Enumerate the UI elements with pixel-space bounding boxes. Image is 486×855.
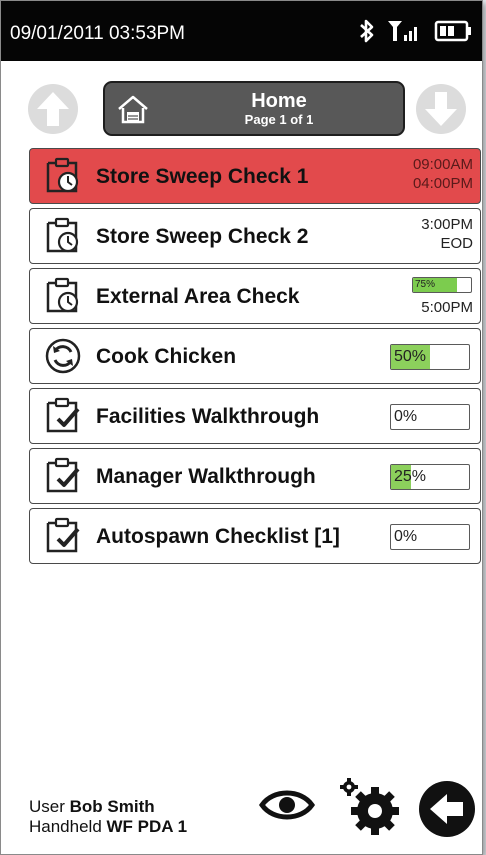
task-label: Store Sweep Check 2 [96,225,309,248]
task-progress-text: 0% [394,408,418,425]
device-screen: 09/01/2011 03:53PM Home Page 1 of 1 Stor… [0,0,483,855]
clipboard-check-icon [46,457,80,493]
task-progress-text: 75% [415,279,436,290]
task-start-time: 09:00AM [412,156,473,173]
task-progress-text: 50% [394,348,427,365]
task-label: Facilities Walkthrough [96,405,320,428]
clipboard-clock-icon [46,277,79,313]
page-up-button[interactable] [27,83,79,135]
task-row-manager-walkthrough[interactable]: Manager Walkthrough 25% [29,448,481,504]
task-end-time: 5:00PM [421,299,473,316]
user-label: User [29,797,65,816]
user-info: User Bob Smith Handheld WF PDA 1 [29,797,187,837]
task-progress-bar: 0% [390,524,470,550]
view-eye-button[interactable] [259,783,315,827]
task-label: Cook Chicken [96,345,237,368]
device-label: Handheld [29,817,102,836]
task-progress-text: 25% [394,468,427,485]
clipboard-clock-icon [46,157,79,193]
clipboard-check-icon [46,397,80,433]
task-end-time: 04:00PM [412,175,473,192]
task-progress-bar: 0% [390,404,470,430]
home-button[interactable]: Home Page 1 of 1 [103,81,405,136]
bluetooth-icon [360,19,374,43]
task-progress-bar: 25% [390,464,470,490]
status-bar: 09/01/2011 03:53PM [1,1,482,61]
task-label: Autospawn Checklist [1] [96,525,340,548]
task-label: Store Sweep Check 1 [96,165,309,188]
task-label: Manager Walkthrough [96,465,316,488]
home-title: Home [251,90,307,112]
task-progress-bar: 75% [412,277,472,293]
task-row-autospawn-checklist[interactable]: Autospawn Checklist [1] 0% [29,508,481,564]
task-end-time: EOD [440,235,473,252]
user-name: Bob Smith [69,797,155,816]
task-progress-text: 0% [394,528,418,545]
clipboard-check-icon [46,517,80,553]
task-start-time: 3:00PM [421,216,473,233]
page-down-button[interactable] [415,83,467,135]
house-icon [118,95,148,124]
task-row-store-sweep-check-1[interactable]: Store Sweep Check 1 09:00AM 04:00PM [29,148,481,204]
clipboard-clock-icon [46,217,79,253]
task-label: External Area Check [96,285,300,308]
recurring-arrows-icon [45,338,81,374]
signal-strength-icon [388,21,417,41]
task-row-store-sweep-check-2[interactable]: Store Sweep Check 2 3:00PM EOD [29,208,481,264]
battery-icon [434,20,471,42]
task-row-cook-chicken[interactable]: Cook Chicken 50% [29,328,481,384]
task-row-facilities-walkthrough[interactable]: Facilities Walkthrough 0% [29,388,481,444]
task-row-external-area-check[interactable]: External Area Check 75% 5:00PM [29,268,481,324]
back-button[interactable] [417,779,477,839]
settings-gear-button[interactable] [337,775,403,841]
status-datetime: 09/01/2011 03:53PM [10,23,186,44]
page-indicator: Page 1 of 1 [244,112,314,127]
task-progress-bar: 50% [390,344,470,370]
device-name: WF PDA 1 [106,817,188,836]
